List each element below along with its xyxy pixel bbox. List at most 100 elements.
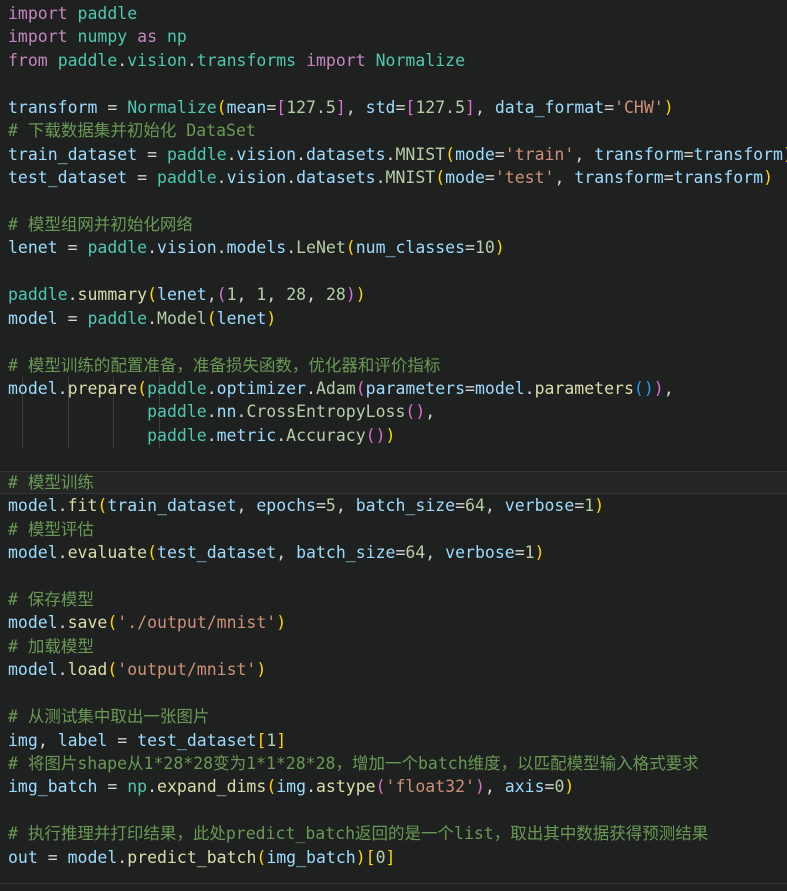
- code-token-op: =: [137, 144, 167, 164]
- code-line[interactable]: # 保存模型: [0, 588, 787, 611]
- code-token-op: .: [57, 613, 68, 633]
- code-token-op: ,: [236, 285, 257, 305]
- code-token-attr: img: [8, 730, 38, 750]
- code-token-b1: ): [355, 847, 366, 867]
- code-line[interactable]: # 执行推理并打印结果，此处predict_batch返回的是一个list，取出…: [0, 822, 787, 845]
- code-token-attr: parameters: [365, 379, 466, 398]
- code-line[interactable]: [0, 565, 787, 588]
- code-line[interactable]: test_dataset = paddle.vision.datasets.MN…: [0, 166, 787, 189]
- code-token-op: .: [236, 402, 247, 422]
- code-line[interactable]: model.fit(train_dataset, epochs=5, batch…: [0, 494, 787, 517]
- code-line[interactable]: img_batch = np.expand_dims(img.astype('f…: [0, 775, 787, 798]
- code-token-op: .: [296, 144, 307, 164]
- code-token-num: 1: [266, 730, 277, 750]
- code-token-kw: import: [8, 27, 68, 47]
- code-line[interactable]: from paddle.vision.transforms import Nor…: [0, 49, 787, 72]
- code-line[interactable]: model = paddle.Model(lenet): [0, 307, 787, 330]
- code-token-b1: ]: [385, 847, 396, 867]
- code-line[interactable]: model.evaluate(test_dataset, batch_size=…: [0, 541, 787, 564]
- code-token-fn: load: [67, 660, 108, 680]
- code-token-b1: (: [107, 660, 118, 680]
- code-line[interactable]: # 加载模型: [0, 635, 787, 658]
- code-token-b2: ): [345, 285, 356, 305]
- code-token-op: .: [147, 238, 158, 258]
- code-token-attr: train_dataset: [8, 144, 138, 164]
- code-token-str: 'output/mnist': [117, 660, 257, 680]
- code-line[interactable]: import paddle: [0, 2, 787, 25]
- code-line[interactable]: [0, 72, 787, 95]
- code-token-attr: lenet: [8, 238, 58, 258]
- code-token-b1: ): [663, 97, 674, 117]
- code-token-b1: ): [564, 777, 575, 797]
- code-token-attr: data_format: [494, 97, 605, 117]
- code-editor[interactable]: import paddle import numpy as np from padd…: [0, 0, 787, 891]
- code-line[interactable]: paddle.metric.Accuracy()): [0, 424, 787, 447]
- code-token-op: ,: [335, 496, 356, 516]
- code-line[interactable]: import numpy as np: [0, 25, 787, 48]
- code-line[interactable]: paddle.nn.CrossEntropyLoss(),: [0, 400, 787, 423]
- code-line[interactable]: # 模型组网并初始化网络: [0, 213, 787, 236]
- code-token-op: .: [524, 379, 535, 398]
- code-token-op: .: [276, 425, 287, 445]
- code-line[interactable]: [0, 260, 787, 283]
- code-token-num: 0: [554, 777, 565, 797]
- code-line[interactable]: # 将图片shape从1*28*28变为1*1*28*28，增加一个batch维…: [0, 752, 787, 775]
- code-token-fn: predict_batch: [127, 847, 257, 867]
- code-token-num: 64: [405, 543, 426, 563]
- code-line[interactable]: out = model.predict_batch(img_batch)[0]: [0, 846, 787, 869]
- code-token-cls: MNIST: [395, 144, 446, 164]
- code-token-mod: numpy: [77, 27, 128, 47]
- code-token-op: ,: [425, 543, 446, 563]
- code-line[interactable]: [0, 799, 787, 822]
- code-line[interactable]: [0, 447, 787, 470]
- code-token-cmt: # 模型训练: [8, 472, 94, 492]
- code-line[interactable]: model.load('output/mnist'): [0, 658, 787, 681]
- code-token-mod: paddle: [8, 285, 68, 305]
- code-token-attr: num_classes: [355, 238, 466, 258]
- code-line[interactable]: img, label = test_dataset[1]: [0, 729, 787, 752]
- code-line[interactable]: model.prepare(paddle.optimizer.Adam(para…: [0, 377, 787, 400]
- code-token-op: ,: [345, 97, 366, 117]
- code-token-op: =: [574, 496, 585, 516]
- code-token-mod: paddle: [87, 238, 148, 258]
- code-token-op: ,: [37, 730, 58, 750]
- code-token-attr: std: [365, 97, 396, 117]
- code-line[interactable]: # 模型训练的配置准备，准备损失函数，优化器和评价指标: [0, 354, 787, 377]
- code-token-op: ,: [236, 496, 257, 516]
- code-token-op: =: [97, 97, 128, 117]
- code-line[interactable]: transform = Normalize(mean=[127.5], std=…: [0, 96, 787, 119]
- code-token-op: .: [216, 238, 227, 258]
- code-token-mod: paddle: [147, 425, 207, 445]
- code-token-op: .: [216, 168, 227, 188]
- code-token-op: [68, 4, 78, 23]
- code-line[interactable]: # 从测试集中取出一张图片: [0, 705, 787, 728]
- code-token-attr: mode: [455, 144, 495, 164]
- code-token-mod: paddle: [57, 50, 118, 70]
- code-content[interactable]: import paddle import numpy as np from padd…: [0, 0, 787, 869]
- code-line[interactable]: # 模型评估: [0, 518, 787, 541]
- code-token-attr: model: [67, 847, 118, 867]
- code-token-cmt: # 模型评估: [8, 519, 94, 539]
- code-token-attr: transform: [673, 168, 764, 188]
- code-token-fn: astype: [316, 777, 376, 797]
- code-token-mod: paddle: [77, 4, 138, 23]
- code-line[interactable]: paddle.summary(lenet,(1, 1, 28, 28)): [0, 283, 787, 306]
- code-line[interactable]: [0, 330, 787, 353]
- code-line[interactable]: [0, 190, 787, 213]
- code-line[interactable]: model.save('./output/mnist'): [0, 611, 787, 634]
- code-token-b2: ): [375, 425, 386, 445]
- code-line[interactable]: # 模型训练: [0, 470, 787, 495]
- code-token-cls: Adam: [315, 379, 356, 398]
- code-line[interactable]: lenet = paddle.vision.models.LeNet(num_c…: [0, 236, 787, 259]
- code-token-mod: Normalize: [375, 50, 466, 70]
- code-token-cmt: # 模型训练的配置准备，准备损失函数，优化器和评价指标: [8, 355, 441, 375]
- code-token-op: [296, 51, 306, 70]
- code-line[interactable]: train_dataset = paddle.vision.datasets.M…: [0, 143, 787, 166]
- code-token-op: =: [57, 238, 88, 258]
- code-line[interactable]: # 下载数据集并初始化 DataSet: [0, 119, 787, 142]
- code-token-num: 10: [474, 238, 495, 258]
- code-token-kw: from: [8, 50, 48, 70]
- code-token-op: =: [683, 144, 694, 164]
- code-token-op: =: [544, 777, 555, 797]
- code-line[interactable]: [0, 682, 787, 705]
